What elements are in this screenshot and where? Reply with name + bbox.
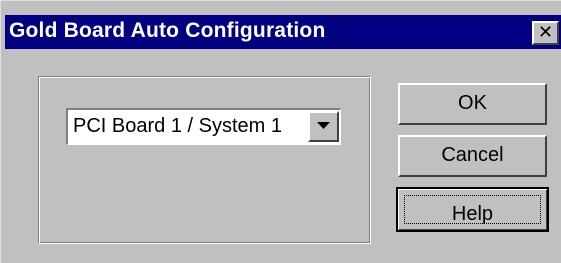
board-select-value: PCI Board 1 / System 1 — [73, 115, 282, 137]
cancel-button[interactable]: Cancel — [398, 135, 547, 177]
board-select-dropdown-button[interactable] — [308, 111, 339, 142]
help-button-label: Help — [451, 203, 494, 225]
window-title: Gold Board Auto Configuration — [9, 19, 326, 42]
dialog-window: Gold Board Auto Configuration ✕ PCI Boar… — [0, 0, 561, 263]
board-group-box — [38, 76, 371, 244]
help-button-focus-ring: Help — [404, 195, 541, 225]
help-button[interactable]: Help — [396, 187, 549, 232]
close-button[interactable]: ✕ — [532, 21, 559, 45]
close-icon: ✕ — [537, 22, 554, 43]
board-select[interactable]: PCI Board 1 / System 1 — [66, 108, 341, 145]
ok-button-label: OK — [458, 92, 487, 114]
chevron-down-icon — [317, 122, 330, 129]
title-bar[interactable]: Gold Board Auto Configuration — [5, 15, 561, 49]
cancel-button-label: Cancel — [441, 144, 504, 166]
ok-button[interactable]: OK — [398, 83, 547, 125]
